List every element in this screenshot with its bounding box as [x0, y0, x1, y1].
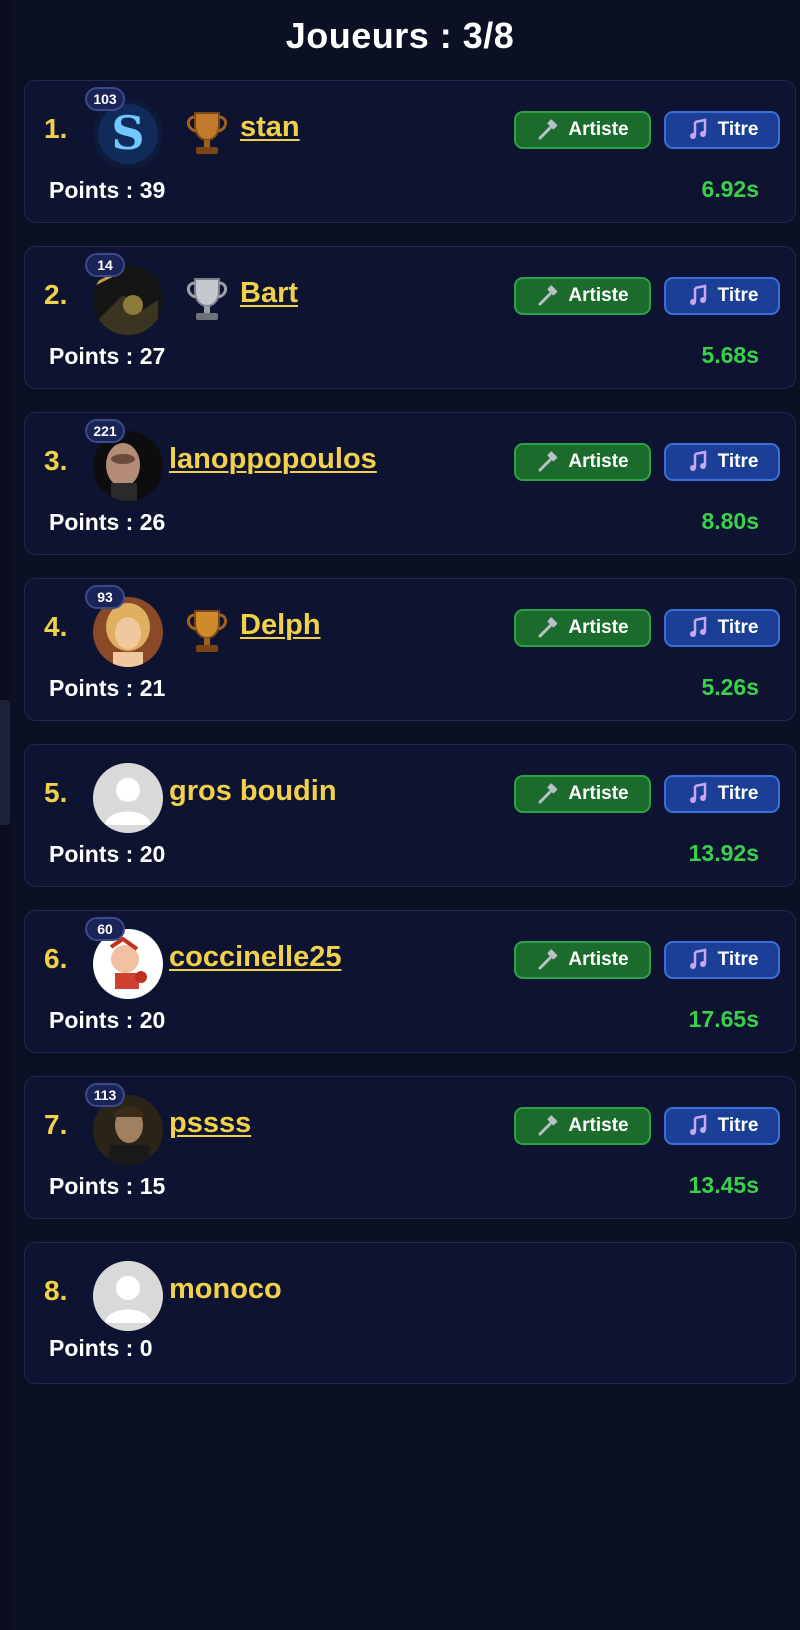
artist-button[interactable]: Artiste — [514, 609, 651, 647]
player-rank: 8. — [44, 1275, 68, 1306]
player-rank: 1. — [44, 113, 68, 144]
player-rank: 7. — [44, 1109, 68, 1140]
player-points: Points : 21 — [49, 675, 166, 701]
players-count-title: Joueurs : 3/8 — [285, 15, 515, 56]
artist-button-label: Artiste — [568, 285, 629, 306]
title-button[interactable]: Titre — [664, 111, 780, 149]
player-card: 5. gros boudin Artiste Titre Points : 20… — [24, 744, 796, 887]
artist-button[interactable]: Artiste — [514, 111, 651, 149]
hammer-icon — [536, 118, 560, 142]
artist-button[interactable]: Artiste — [514, 277, 651, 315]
artist-button-label: Artiste — [568, 617, 629, 638]
default-user-icon — [93, 763, 163, 833]
artist-button-label: Artiste — [568, 1115, 629, 1136]
player-points: Points : 39 — [49, 177, 166, 203]
player-name-link[interactable]: stan — [240, 111, 300, 144]
player-name-link[interactable]: Delph — [240, 609, 321, 642]
artist-button-label: Artiste — [568, 783, 629, 804]
hammer-icon — [536, 450, 560, 474]
player-avatar[interactable] — [93, 763, 163, 833]
player-card: 8. monoco Points : 0 — [24, 1242, 796, 1384]
title-button-label: Titre — [717, 285, 759, 306]
answer-time: 6.92s — [701, 176, 759, 202]
player-name: monoco — [169, 1273, 282, 1305]
artist-button-label: Artiste — [568, 119, 629, 140]
answer-time: 17.65s — [688, 1006, 759, 1032]
answer-time: 13.92s — [688, 840, 759, 866]
artist-button[interactable]: Artiste — [514, 941, 651, 979]
level-badge: 14 — [85, 253, 125, 277]
title-button[interactable]: Titre — [664, 609, 780, 647]
player-card: 7. 113 pssss Artiste Titre Points : 15 1… — [24, 1076, 796, 1219]
title-button-label: Titre — [717, 783, 759, 804]
title-button-label: Titre — [717, 1115, 759, 1136]
hammer-icon — [536, 1114, 560, 1138]
player-name-link[interactable]: lanoppopoulos — [169, 443, 377, 476]
artist-button-label: Artiste — [568, 949, 629, 970]
title-button[interactable]: Titre — [664, 775, 780, 813]
player-list: 1. 103 S stan Artiste Titre Points: 39 … — [24, 80, 796, 1407]
title-button-label: Titre — [717, 949, 759, 970]
player-name: gros boudin — [169, 775, 337, 807]
hammer-icon — [536, 616, 560, 640]
title-button-label: Titre — [717, 119, 759, 140]
player-card: 2. 14 Bart Artiste Titre Points: 27 5.6… — [24, 246, 796, 389]
artist-button[interactable]: Artiste — [514, 1107, 651, 1145]
title-button[interactable]: Titre — [664, 443, 780, 481]
player-points: Points : 26 — [49, 509, 166, 535]
player-name-link[interactable]: pssss — [169, 1107, 251, 1140]
hammer-icon — [536, 284, 560, 308]
hammer-icon — [536, 948, 560, 972]
trophy-icon — [186, 610, 228, 652]
hammer-icon — [536, 782, 560, 806]
player-rank: 3. — [44, 445, 68, 476]
level-badge: 221 — [85, 419, 125, 443]
default-user-icon — [93, 1261, 163, 1331]
header: Joueurs : 3/8 — [0, 0, 800, 72]
title-button[interactable]: Titre — [664, 941, 780, 979]
player-rank: 5. — [44, 777, 68, 808]
player-points: Points : 0 — [49, 1335, 153, 1361]
answer-time: 8.80s — [701, 508, 759, 534]
player-points: Points : 20 — [49, 841, 166, 867]
player-card: 6. 60 coccinelle25 Artiste Titre Points … — [24, 910, 796, 1053]
player-points: Points : 15 — [49, 1173, 166, 1199]
player-avatar[interactable] — [93, 1261, 163, 1331]
title-button[interactable]: Titre — [664, 1107, 780, 1145]
svg-text:S: S — [111, 106, 144, 160]
level-badge: 103 — [85, 87, 125, 111]
answer-time: 13.45s — [688, 1172, 759, 1198]
player-rank: 2. — [44, 279, 68, 310]
artist-button-label: Artiste — [568, 451, 629, 472]
music-note-icon — [686, 1114, 710, 1138]
trophy-icon — [186, 112, 228, 154]
artist-button[interactable]: Artiste — [514, 775, 651, 813]
player-name-link[interactable]: coccinelle25 — [169, 941, 342, 974]
player-points: Points : 27 — [49, 343, 166, 369]
trophy-icon — [186, 278, 228, 320]
music-note-icon — [686, 284, 710, 308]
player-rank: 4. — [44, 611, 68, 642]
player-points: Points : 20 — [49, 1007, 166, 1033]
title-button[interactable]: Titre — [664, 277, 780, 315]
artist-button[interactable]: Artiste — [514, 443, 651, 481]
answer-time: 5.26s — [701, 674, 759, 700]
music-note-icon — [686, 948, 710, 972]
title-button-label: Titre — [717, 617, 759, 638]
music-note-icon — [686, 782, 710, 806]
level-badge: 93 — [85, 585, 125, 609]
answer-time: 5.68s — [701, 342, 759, 368]
title-button-label: Titre — [717, 451, 759, 472]
music-note-icon — [686, 616, 710, 640]
level-badge: 60 — [85, 917, 125, 941]
player-name-link[interactable]: Bart — [240, 277, 298, 310]
player-rank: 6. — [44, 943, 68, 974]
level-badge: 113 — [85, 1083, 125, 1107]
music-note-icon — [686, 118, 710, 142]
player-card: 3. 221 lanoppopoulos Artiste Titre Point… — [24, 412, 796, 555]
player-card: 4. 93 Delph Artiste Titre Points: 21 5.… — [24, 578, 796, 721]
side-panel-handle[interactable] — [0, 700, 10, 825]
music-note-icon — [686, 450, 710, 474]
player-card: 1. 103 S stan Artiste Titre Points: 39 … — [24, 80, 796, 223]
